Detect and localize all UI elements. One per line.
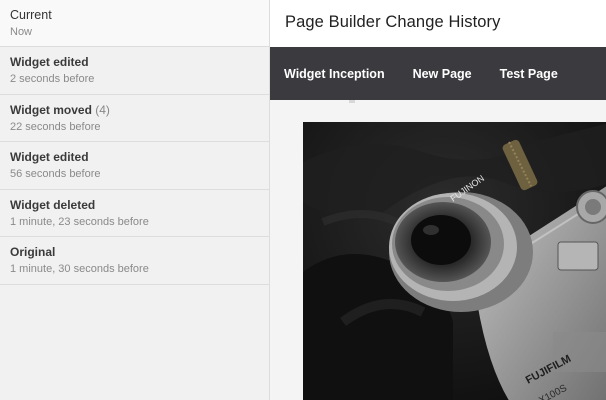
camera-illustration: FUJINON FUJIFILM X100S bbox=[303, 122, 606, 400]
nav-item-widget-inception[interactable]: Widget Inception bbox=[284, 67, 385, 81]
page-content: FUJINON FUJIFILM X100S bbox=[270, 100, 606, 400]
history-item-widget-edited[interactable]: Widget edited 2 seconds before bbox=[0, 47, 269, 95]
history-item-title: Widget edited bbox=[10, 55, 89, 69]
history-item-widget-deleted[interactable]: Widget deleted 1 minute, 23 seconds befo… bbox=[0, 190, 269, 237]
history-item-time: Now bbox=[10, 26, 33, 38]
history-item-time: 22 seconds before bbox=[10, 120, 101, 133]
history-item-current[interactable]: Current Now bbox=[0, 0, 269, 47]
history-item-original[interactable]: Original 1 minute, 30 seconds before bbox=[0, 237, 269, 285]
history-item-time: 56 seconds before bbox=[10, 168, 101, 180]
history-item-title: Widget moved (4) bbox=[10, 102, 110, 117]
page-builder-history-app: Current Now Widget edited 2 seconds befo… bbox=[0, 0, 606, 400]
page-title: Page Builder Change History bbox=[285, 13, 501, 31]
history-item-title: Widget deleted bbox=[10, 197, 96, 212]
page-preview: Page Builder Change History Widget Incep… bbox=[270, 0, 606, 400]
history-sidebar: Current Now Widget edited 2 seconds befo… bbox=[0, 0, 270, 400]
content-divider-mark bbox=[349, 100, 355, 103]
history-item-time: 1 minute, 23 seconds before bbox=[10, 215, 149, 228]
nav-item-test-page[interactable]: Test Page bbox=[500, 67, 558, 81]
nav-item-new-page[interactable]: New Page bbox=[413, 67, 472, 81]
history-item-widget-moved[interactable]: Widget moved (4) 22 seconds before bbox=[0, 95, 269, 142]
history-item-widget-edited-2[interactable]: Widget edited 56 seconds before bbox=[0, 142, 269, 190]
page-header: Page Builder Change History bbox=[270, 0, 606, 47]
history-item-title: Original bbox=[10, 245, 56, 259]
site-navigation: Widget Inception New Page Test Page bbox=[270, 47, 606, 100]
camera-photo: FUJINON FUJIFILM X100S bbox=[303, 122, 606, 400]
history-item-title: Widget edited bbox=[10, 150, 89, 164]
history-item-time: 1 minute, 30 seconds before bbox=[10, 263, 149, 275]
history-item-time: 2 seconds before bbox=[10, 73, 95, 85]
history-item-title: Current bbox=[10, 8, 52, 22]
history-item-count: (4) bbox=[95, 102, 110, 117]
